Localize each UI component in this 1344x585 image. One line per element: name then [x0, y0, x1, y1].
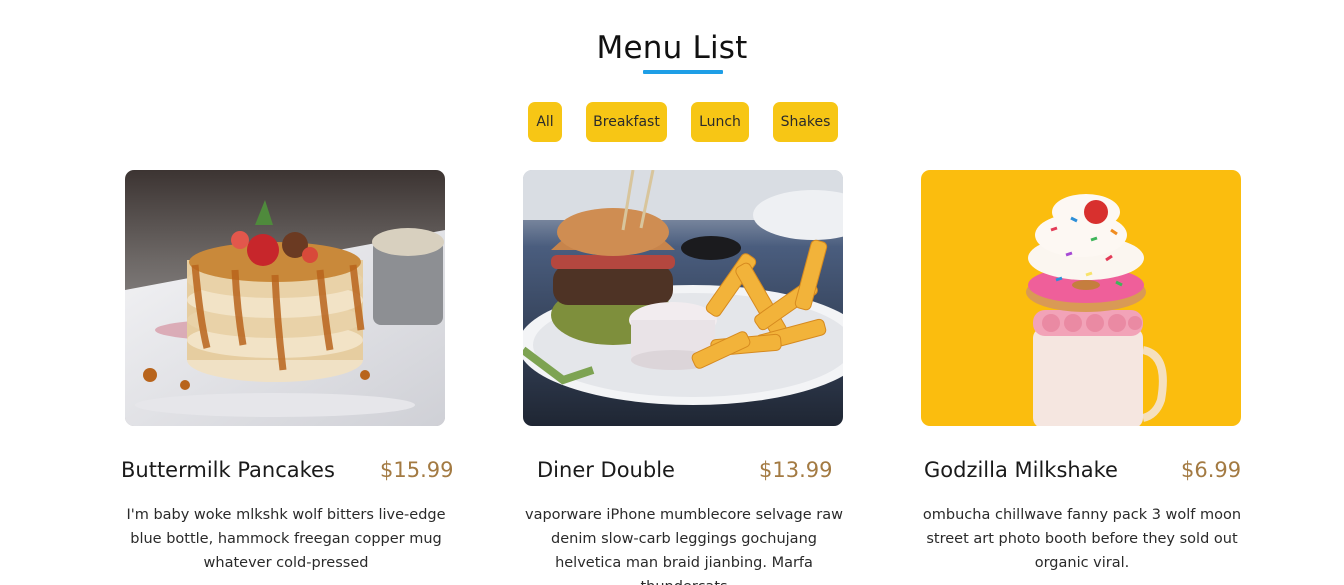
dish-price: $13.99 [759, 458, 833, 482]
dish-description: vaporware iPhone mumblecore selvage raw … [525, 507, 843, 585]
dish-price: $6.99 [1181, 458, 1242, 482]
milkshake-illustration [921, 170, 1241, 426]
menu-page: Menu List All Breakfast Lunch Shakes But… [0, 0, 1344, 585]
burger-fries-image [523, 170, 843, 426]
filter-all-button[interactable]: All [528, 102, 562, 142]
pancakes-image [125, 170, 445, 426]
dish-description: ombucha chillwave fanny pack 3 wolf moon… [922, 507, 1242, 571]
dish-name: Diner Double [537, 458, 675, 482]
milkshake-image [921, 170, 1241, 426]
dish-name: Buttermilk Pancakes [121, 458, 335, 482]
title-underline [643, 70, 723, 74]
filter-shakes-button[interactable]: Shakes [773, 102, 838, 142]
filter-bar: All Breakfast Lunch Shakes [0, 102, 1344, 142]
pancakes-illustration [125, 170, 445, 426]
page-title: Menu List [596, 30, 748, 66]
dish-description: I'm baby woke mlkshk wolf bitters live-e… [126, 507, 446, 571]
burger-fries-illustration [523, 170, 843, 426]
dish-name: Godzilla Milkshake [924, 458, 1118, 482]
filter-lunch-button[interactable]: Lunch [691, 102, 749, 142]
filter-breakfast-button[interactable]: Breakfast [586, 102, 667, 142]
dish-price: $15.99 [380, 458, 454, 482]
